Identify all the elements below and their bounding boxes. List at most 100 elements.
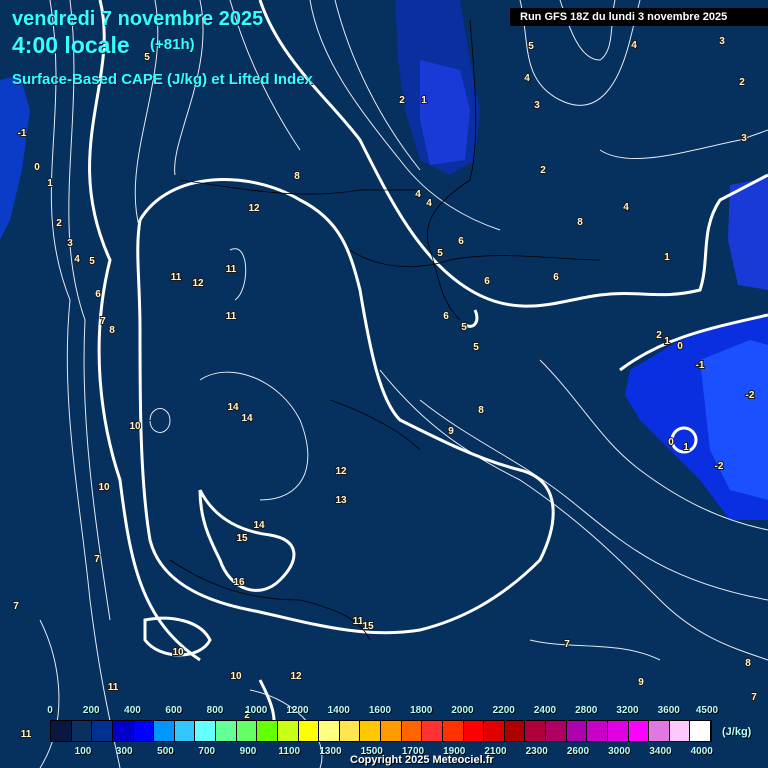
contour-label: 4: [623, 202, 629, 213]
color-swatch: [154, 721, 175, 741]
color-swatch: [360, 721, 381, 741]
color-swatch: [566, 721, 588, 741]
contour-label: 5: [461, 322, 467, 333]
contour-label: 10: [230, 671, 242, 682]
contour-label: 1: [421, 95, 427, 106]
contour-label: 2: [540, 165, 546, 176]
contour-label: 6: [553, 272, 559, 283]
contour-label: 10: [172, 647, 184, 658]
legend-label: 600: [165, 705, 183, 716]
map-canvas: -101234 567852 15 4 343223481211121111141410…: [0, 0, 768, 768]
contour-label: 8: [478, 405, 484, 416]
color-swatch: [195, 721, 216, 741]
contour-label: 11: [108, 682, 119, 693]
legend-label: 4000: [690, 746, 713, 757]
legend-label: 2800: [575, 705, 598, 716]
color-swatch: [71, 721, 93, 741]
contour-label: 11: [226, 311, 237, 322]
contour-label: 0: [668, 437, 674, 448]
color-swatch: [112, 721, 134, 741]
legend-label: 800: [206, 705, 224, 716]
legend-label: 3400: [649, 746, 672, 757]
contour-label: 12: [290, 671, 302, 682]
legend-label: 1600: [368, 705, 392, 716]
legend-label: 3600: [657, 705, 680, 716]
legend-label: 1900: [443, 746, 466, 757]
contour-label: 15: [236, 533, 248, 544]
legend-label: 2000: [451, 705, 474, 716]
parameter-title: Surface-Based CAPE (J/kg) et Lifted Inde…: [12, 71, 313, 88]
contour-label: 4: [74, 254, 80, 265]
legend-label: 1100: [278, 746, 301, 757]
contour-label: -1: [696, 360, 705, 371]
contour-label: 3: [719, 36, 725, 47]
color-swatch: [422, 721, 443, 741]
contour-label: 2: [739, 77, 745, 88]
contour-label: 12: [335, 466, 347, 477]
legend-label: 500: [157, 746, 174, 757]
color-swatch: [525, 721, 546, 741]
contour-label: -2: [715, 461, 724, 472]
legend-label: 1000: [245, 705, 268, 716]
contour-label: 5: [528, 41, 534, 52]
contour-label: 8: [109, 325, 115, 336]
contour-label: 7: [13, 601, 19, 612]
contour-label: 10: [98, 482, 110, 493]
legend-label: 2400: [533, 705, 557, 716]
legend-label: 400: [124, 705, 141, 716]
legend-label: 1200: [286, 705, 309, 716]
contour-label: 9: [638, 677, 644, 688]
legend-label: 200: [82, 705, 100, 716]
contour-label: 11: [226, 264, 237, 275]
legend-label: 2100: [484, 746, 507, 757]
color-swatch: [401, 721, 423, 741]
legend-label: 300: [115, 746, 133, 757]
contour-label: 7: [564, 639, 570, 650]
contour-label: 4: [415, 189, 421, 200]
cape-area-east: [728, 178, 768, 290]
contour-label: 1: [47, 178, 53, 189]
contour-label: 5: [473, 342, 479, 353]
color-swatch: [257, 721, 278, 741]
color-swatch: [607, 721, 629, 741]
contour-label: 8: [577, 217, 583, 228]
color-swatch: [216, 721, 237, 741]
contour-label: -2: [746, 390, 755, 401]
color-swatch: [484, 721, 505, 741]
contour-label: 16: [233, 577, 245, 588]
color-swatch: [298, 721, 320, 741]
contour-label: 7: [94, 554, 100, 565]
contour-label: 12: [192, 278, 204, 289]
contour-label: 3: [534, 100, 540, 111]
contour-label: 1: [664, 252, 670, 263]
contour-label: 5: [144, 52, 150, 63]
contour-label: 3: [67, 238, 73, 249]
color-swatch: [236, 721, 258, 741]
color-swatch: [174, 721, 196, 741]
color-swatch: [463, 721, 485, 741]
contour-label: 6: [484, 276, 490, 287]
legend-label: 3200: [616, 705, 639, 716]
legend-label: 2600: [566, 746, 590, 757]
contour-label: 8: [294, 171, 300, 182]
contour-label: 6: [458, 236, 464, 247]
contour-label: 14: [241, 413, 253, 424]
legend-label: 700: [198, 746, 216, 757]
contour-label: 11: [171, 272, 182, 283]
contour-label: 5: [437, 248, 443, 259]
legend-label: 2300: [525, 746, 548, 757]
contour-label: 7: [100, 316, 106, 327]
color-swatch: [628, 721, 650, 741]
legend-label: 1700: [401, 746, 425, 757]
contour-label: 2: [399, 95, 405, 106]
contour-label: 2: [656, 330, 662, 341]
lead-time: (+81h): [150, 36, 195, 53]
legend-label: 1300: [319, 746, 342, 757]
contour-label: 6: [95, 289, 101, 300]
contour-label: 7: [751, 692, 757, 703]
legend-label: 1800: [410, 705, 433, 716]
contour-label: 10: [129, 421, 141, 432]
legend-label: 1500: [360, 746, 383, 757]
color-swatch: [669, 721, 691, 741]
color-swatch: [92, 721, 113, 741]
